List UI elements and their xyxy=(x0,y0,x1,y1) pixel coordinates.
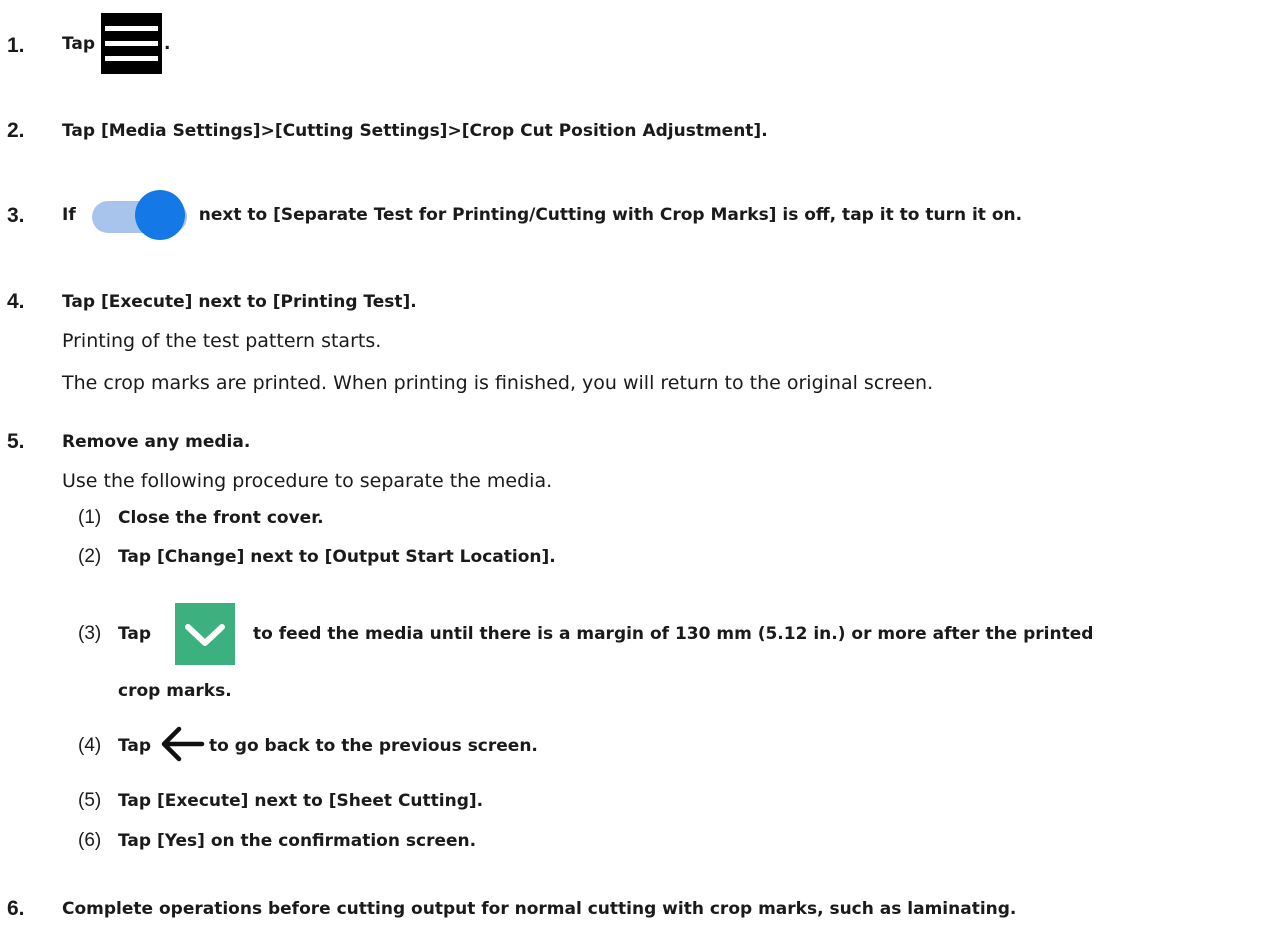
step-text: If xyxy=(62,205,76,225)
step-intro: Use the following procedure to separate … xyxy=(62,470,553,492)
substep-number: (6) xyxy=(78,830,102,851)
toggle-knob xyxy=(134,190,185,240)
substep-2: (2) Tap [Change] next to [Output Start L… xyxy=(78,542,556,572)
substep-text: to go back to the previous screen. xyxy=(209,736,538,756)
substep-text: Tap [Yes] on the confirmation screen. xyxy=(118,831,477,851)
menu-icon[interactable] xyxy=(101,13,163,74)
step-result: The crop marks are printed. When printin… xyxy=(62,372,934,394)
substep-text: Tap xyxy=(118,624,152,644)
step-number: 5. xyxy=(7,430,25,453)
substep-number: (3) xyxy=(78,623,102,644)
step-text: Tap [Execute] next to [Printing Test]. xyxy=(62,292,417,312)
step-result: Printing of the test pattern starts. xyxy=(62,330,382,352)
substep-text: Tap xyxy=(118,736,152,756)
substep-text: Tap [Execute] next to [Sheet Cutting]. xyxy=(118,791,484,811)
step-number: 4. xyxy=(7,290,25,313)
substep-4: (4) Tap to go back to the previous scree… xyxy=(78,726,538,766)
substep-number: (2) xyxy=(78,546,102,567)
substep-number: (1) xyxy=(78,507,102,528)
step-text: Complete operations before cutting outpu… xyxy=(62,899,1017,919)
substep-number: (5) xyxy=(78,790,102,811)
step-text: Tap [Media Settings]>[Cutting Settings]>… xyxy=(62,121,768,141)
substep-text: to feed the media until there is a margi… xyxy=(253,624,1094,644)
toggle-switch-icon[interactable] xyxy=(91,190,187,240)
chevron-down-icon[interactable] xyxy=(175,603,236,665)
step-number: 3. xyxy=(7,204,25,227)
step-text: . xyxy=(164,33,171,54)
step-text: Remove any media. xyxy=(62,432,251,452)
substep-text: Close the front cover. xyxy=(118,508,324,528)
step-text: next to [Separate Test for Printing/Cutt… xyxy=(198,205,1023,225)
step-number: 2. xyxy=(7,119,25,142)
substep-6: (6) Tap [Yes] on the confirmation screen… xyxy=(78,826,476,856)
substep-text: Tap [Change] next to [Output Start Locat… xyxy=(118,547,556,567)
substep-3: (3) Tap to feed the media until there is… xyxy=(78,603,1093,665)
step-number: 1. xyxy=(7,34,25,57)
step-number: 6. xyxy=(7,897,25,920)
arrow-left-icon[interactable] xyxy=(159,726,205,766)
step-text: Tap xyxy=(62,33,96,54)
substep-1: (1) Close the front cover. xyxy=(78,503,324,533)
substep-5: (5) Tap [Execute] next to [Sheet Cutting… xyxy=(78,786,483,816)
substep-number: (4) xyxy=(78,735,102,756)
substep-text-continued: crop marks. xyxy=(118,681,232,701)
